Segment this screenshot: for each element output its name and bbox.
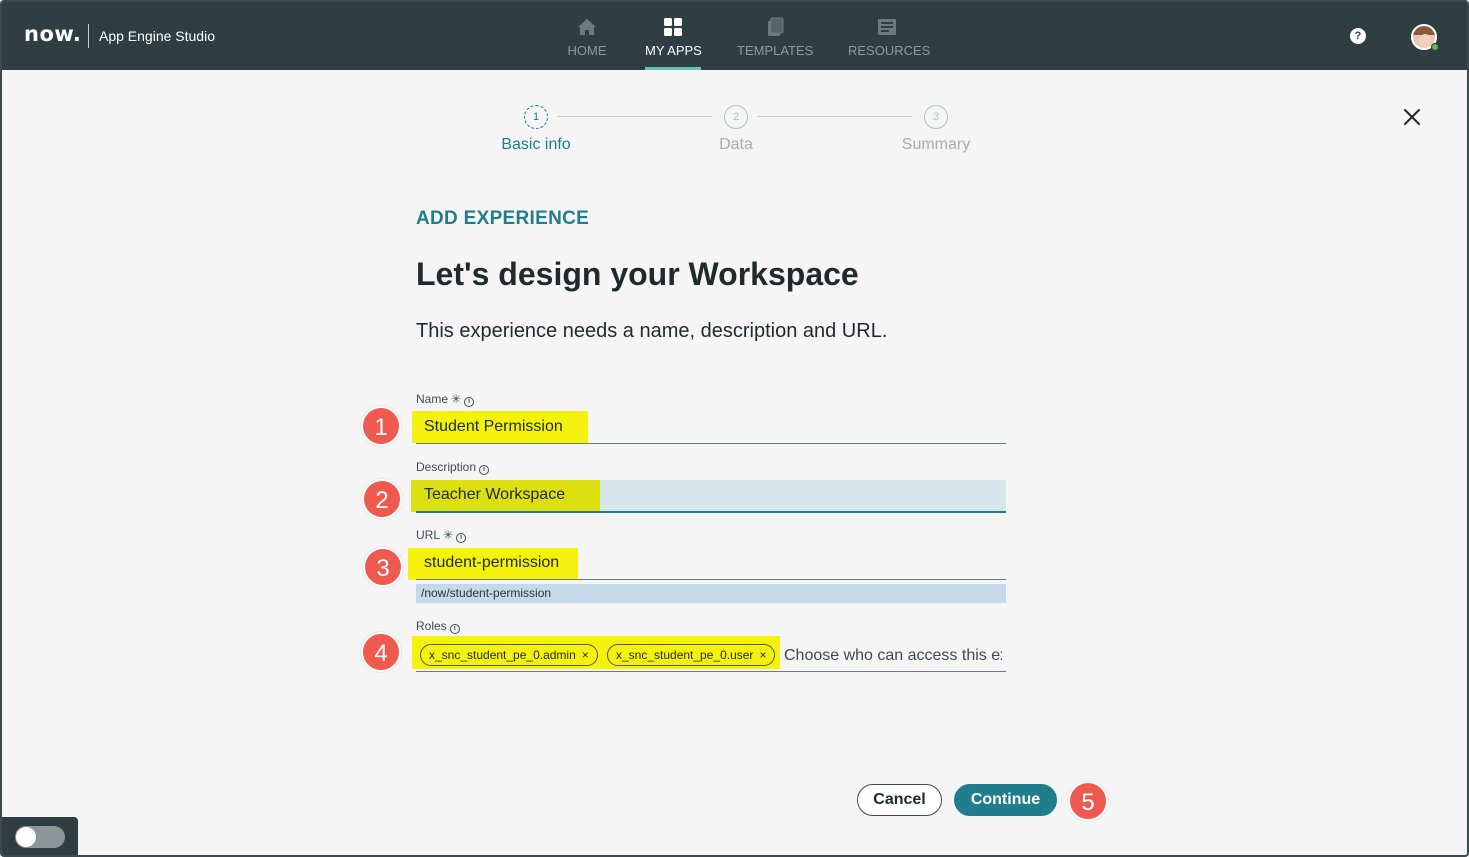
section-eyebrow: ADD EXPERIENCE [416,208,590,229]
app-name[interactable]: App Engine Studio [99,28,215,44]
info-icon[interactable]: i [479,465,490,475]
description-label-text: Description [416,460,477,474]
step-1-label: Basic info [501,136,571,153]
page-title: Let's design your Workspace [416,256,859,292]
annotation-badge-2: 2 [362,479,402,519]
url-preview: /now/student-permission [416,584,1006,603]
nav-my-apps-label: MY APPS [645,43,702,58]
templates-icon [768,17,784,36]
name-field-underline [416,443,1006,444]
logo-divider [88,24,89,48]
top-navigation-bar: now. App Engine Studio HOME MY APPS TEMP… [2,2,1467,70]
role-chip: x_snc_student_pe_0.admin × [420,644,598,666]
info-icon[interactable]: i [464,397,475,407]
grid-icon [664,18,682,36]
nav-resources[interactable]: RESOURCES [848,2,931,70]
roles-field-label: Roles i [416,619,460,634]
step-1-indicator: 1 [524,105,548,129]
online-status-dot [1431,43,1439,51]
remove-chip-icon[interactable]: × [759,648,766,662]
nav-home-label: HOME [567,43,607,58]
annotation-badge-1: 1 [361,406,401,446]
nav-templates[interactable]: TEMPLATES [737,2,813,70]
nav-templates-label: TEMPLATES [737,43,814,58]
continue-button[interactable]: Continue [954,784,1057,816]
role-chip: x_snc_student_pe_0.user × [607,644,776,666]
nav-my-apps[interactable]: MY APPS [645,2,702,70]
url-field-input[interactable]: student-permission [424,554,559,572]
required-icon: ✳ [451,392,462,406]
annotation-badge-5: 5 [1068,781,1108,821]
step-connector [558,116,712,117]
info-icon[interactable]: i [449,624,460,634]
page-subtitle: This experience needs a name, descriptio… [416,320,888,342]
roles-label-text: Roles [416,619,447,633]
url-field-label: URL ✳ i [416,528,467,543]
roles-field-underline [416,671,1006,672]
step-3-label: Summary [901,136,971,153]
toggle-switch[interactable] [15,826,65,848]
info-icon[interactable]: i [456,533,467,543]
home-icon [578,19,596,35]
toggle-panel [2,817,78,855]
url-field-underline [416,579,1006,580]
name-field-input[interactable]: Student Permission [424,418,563,436]
nav-active-indicator [645,67,701,70]
nav-home[interactable]: HOME [557,2,617,70]
step-connector [758,116,912,117]
url-label-text: URL [416,528,441,542]
name-field-label: Name ✳ i [416,392,475,407]
role-chip-label: x_snc_student_pe_0.admin [429,648,576,662]
app-window: now. App Engine Studio HOME MY APPS TEMP… [0,0,1469,857]
description-field-label: Description i [416,460,490,475]
step-2-indicator: 2 [724,105,748,129]
close-icon[interactable] [1400,105,1424,129]
cancel-button[interactable]: Cancel [857,784,942,816]
annotation-badge-4: 4 [361,632,401,672]
remove-chip-icon[interactable]: × [582,648,589,662]
name-label-text: Name [416,392,449,406]
resources-icon [878,19,896,35]
nav-resources-label: RESOURCES [848,43,931,58]
toggle-knob [16,827,36,847]
step-3-indicator: 3 [924,105,948,129]
help-icon[interactable]: ? [1350,28,1366,44]
description-field-underline [416,511,1006,513]
roles-search-input[interactable]: Choose who can access this experience [784,647,1002,665]
now-logo[interactable]: now. [24,22,81,46]
role-chip-label: x_snc_student_pe_0.user [616,648,754,662]
step-2-label: Data [719,136,753,153]
description-field-input[interactable]: Teacher Workspace [424,486,565,504]
annotation-badge-3: 3 [363,547,403,587]
required-icon: ✳ [443,528,454,542]
